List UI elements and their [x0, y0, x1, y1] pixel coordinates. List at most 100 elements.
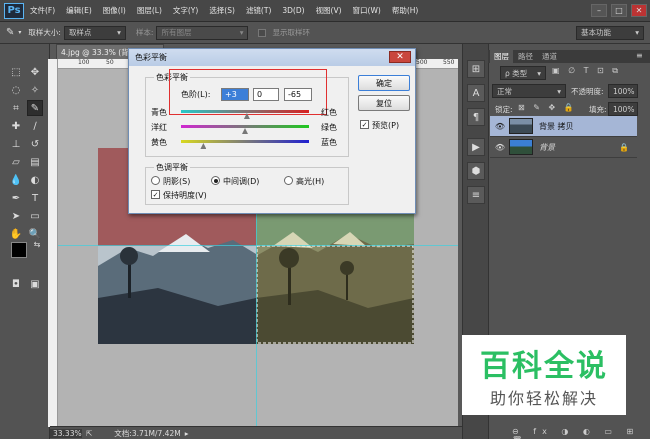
- slider-yellow-label: 黄色: [151, 138, 167, 147]
- dialog-title[interactable]: 色彩平衡: [129, 49, 415, 66]
- slider-cyan-label: 青色: [151, 108, 167, 117]
- layer-thumbnail: [509, 139, 533, 155]
- foreground-color-swatch[interactable]: [11, 242, 27, 258]
- properties-panel-icon[interactable]: ≡: [467, 186, 485, 204]
- minimize-button[interactable]: –: [591, 4, 607, 17]
- blur-tool-icon[interactable]: 💧: [8, 172, 24, 188]
- menu-view[interactable]: 视图(V): [316, 5, 342, 16]
- menu-edit[interactable]: 编辑(E): [66, 5, 92, 16]
- layer-row-background-copy[interactable]: 👁 背景 拷贝: [490, 116, 637, 137]
- history-brush-icon[interactable]: ↺: [27, 136, 43, 152]
- layer-row-background[interactable]: 👁 背景 🔒: [490, 137, 637, 158]
- eyedropper-tool-icon[interactable]: ✎: [27, 100, 43, 116]
- maximize-button[interactable]: □: [611, 4, 627, 17]
- chevron-down-icon[interactable]: ▾: [18, 29, 21, 36]
- pen-tool-icon[interactable]: ✒: [8, 190, 24, 206]
- quick-select-tool-icon[interactable]: ✧: [27, 82, 43, 98]
- lock-icons[interactable]: ⊠ ✎ ✥ 🔒: [518, 103, 577, 112]
- menu-help[interactable]: 帮助(H): [392, 5, 419, 16]
- highlights-radio[interactable]: [284, 176, 293, 185]
- tone-balance-group-label: 色调平衡: [154, 162, 190, 173]
- clone-stamp-icon[interactable]: ⊥: [8, 136, 24, 152]
- vertical-ruler[interactable]: [48, 59, 58, 427]
- midtones-label: 中间调(D): [223, 177, 260, 186]
- eye-icon[interactable]: 👁: [494, 141, 506, 153]
- menu-3d[interactable]: 3D(D): [282, 6, 304, 15]
- move-tool-icon[interactable]: ✥: [27, 64, 43, 80]
- filter-icons[interactable]: ▣ ∅ T ⊡ ⧉: [552, 66, 621, 76]
- fill-input[interactable]: 100%: [608, 102, 638, 116]
- layer-name[interactable]: 背景 拷贝: [539, 121, 574, 132]
- document-size[interactable]: 文档:3.71M/7.42M: [114, 428, 180, 439]
- actions-panel-icon[interactable]: ▶: [467, 138, 485, 156]
- sample-size-label: 取样大小:: [28, 28, 61, 37]
- cyan-red-slider[interactable]: [181, 110, 309, 113]
- eraser-tool-icon[interactable]: ▱: [8, 154, 24, 170]
- color-balance-dialog: 色彩平衡 ✕ 色彩平衡 色阶(L): +3 0 -65 青色 红色 洋红 绿色 …: [128, 48, 416, 214]
- yellow-blue-slider[interactable]: [181, 140, 309, 143]
- midtones-radio[interactable]: [211, 176, 220, 185]
- ruler-mark: 100: [78, 59, 90, 66]
- layer-thumbnail: [509, 118, 533, 134]
- layer-filter-select[interactable]: ρ 类型 ▾: [500, 66, 546, 80]
- menu-layer[interactable]: 图层(L): [137, 5, 162, 16]
- eyedropper-icon[interactable]: ✎: [6, 27, 14, 38]
- panel-menu-icon[interactable]: ≡: [636, 51, 643, 60]
- export-icon[interactable]: ⇱: [86, 429, 92, 438]
- sample-select[interactable]: 所有图层 ▾: [156, 25, 249, 40]
- swap-colors-icon[interactable]: ⇆: [32, 239, 42, 249]
- shadows-label: 阴影(S): [163, 177, 191, 186]
- preview-checkbox[interactable]: ✓: [360, 120, 369, 129]
- menu-file[interactable]: 文件(F): [30, 5, 55, 16]
- layer-name[interactable]: 背景: [539, 142, 619, 153]
- shadows-radio[interactable]: [151, 176, 160, 185]
- close-window-button[interactable]: ✕: [631, 4, 647, 17]
- crop-tool-icon[interactable]: ⌗: [8, 100, 24, 116]
- path-select-tool-icon[interactable]: ➤: [8, 208, 24, 224]
- paragraph-panel-icon[interactable]: ¶: [467, 108, 485, 126]
- show-ring-checkbox[interactable]: [258, 28, 267, 37]
- dodge-tool-icon[interactable]: ◐: [27, 172, 43, 188]
- menu-type[interactable]: 文字(Y): [173, 5, 198, 16]
- gradient-tool-icon[interactable]: ▤: [27, 154, 43, 170]
- opacity-label: 不透明度:: [571, 87, 604, 96]
- rectangle-tool-icon[interactable]: ▭: [27, 208, 43, 224]
- healing-brush-icon[interactable]: ✚: [8, 118, 24, 134]
- eye-icon[interactable]: 👁: [494, 120, 506, 132]
- marquee-tool-icon[interactable]: ⬚: [8, 64, 24, 80]
- magenta-green-slider[interactable]: [181, 125, 309, 128]
- quick-mask-icon[interactable]: ◘: [8, 276, 24, 292]
- tab-channels[interactable]: 通道: [538, 50, 561, 63]
- opacity-input[interactable]: 100%: [608, 84, 638, 98]
- dialog-close-button[interactable]: ✕: [389, 51, 411, 63]
- tools-panel: ⬚ ✥ ◌ ✧ ⌗ ✎ ✚ ∕ ⊥ ↺ ▱ ▤ 💧 ◐ ✒ T ➤ ▭ ✋ 🔍 …: [0, 44, 50, 439]
- menu-select[interactable]: 选择(S): [209, 5, 235, 16]
- watermark-title: 百科全说: [480, 349, 608, 384]
- slider-red-label: 红色: [321, 108, 337, 117]
- menu-image[interactable]: 图像(I): [103, 5, 126, 16]
- type-tool-icon[interactable]: T: [27, 190, 43, 206]
- blend-mode-select[interactable]: 正常 ▾: [492, 84, 566, 98]
- lasso-tool-icon[interactable]: ◌: [8, 82, 24, 98]
- reset-button[interactable]: 复位: [358, 95, 410, 111]
- brush-tool-icon[interactable]: ∕: [27, 118, 43, 134]
- hand-tool-icon[interactable]: ✋: [8, 226, 24, 242]
- workspace-select[interactable]: 基本功能 ▾: [576, 25, 644, 40]
- screen-mode-icon[interactable]: ▣: [27, 276, 43, 292]
- tab-layers[interactable]: 图层: [490, 50, 513, 63]
- horizontal-guide[interactable]: [58, 245, 458, 246]
- slider-green-label: 绿色: [321, 123, 337, 132]
- layer-footer-icons[interactable]: ⊖ fx ◑ ◐ ▭ ⊞ 🗑: [512, 427, 650, 439]
- zoom-level[interactable]: 33.33%: [50, 428, 82, 438]
- slider-magenta-label: 洋红: [151, 123, 167, 132]
- status-menu-icon[interactable]: ▸: [185, 429, 189, 438]
- character-panel-icon[interactable]: A: [467, 84, 485, 102]
- sample-size-select[interactable]: 取样点 ▾: [63, 25, 126, 40]
- ok-button[interactable]: 确定: [358, 75, 410, 91]
- 3d-panel-icon[interactable]: ⬢: [467, 162, 485, 180]
- menu-filter[interactable]: 滤镜(T): [246, 5, 271, 16]
- menu-window[interactable]: 窗口(W): [353, 5, 381, 16]
- preserve-luminosity-checkbox[interactable]: ✓: [151, 190, 160, 199]
- tab-paths[interactable]: 路径: [514, 50, 537, 63]
- history-panel-icon[interactable]: ⊞: [467, 60, 485, 78]
